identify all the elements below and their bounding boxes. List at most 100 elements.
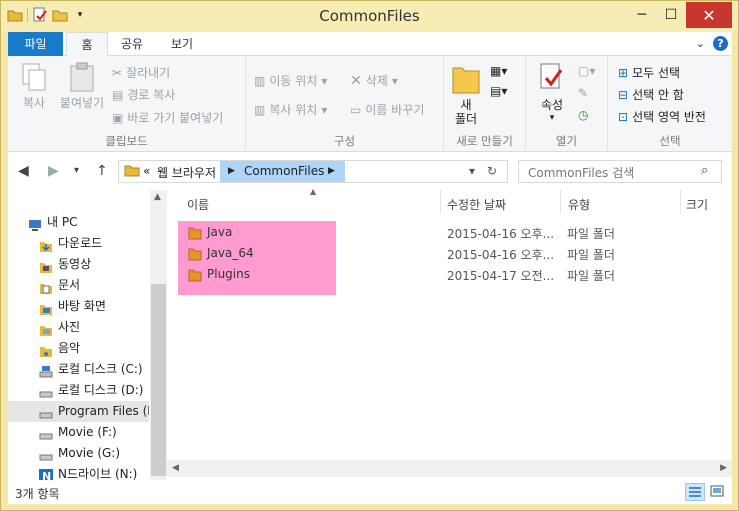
edit-button[interactable]: ✎ xyxy=(578,86,588,100)
help-icon[interactable]: ? xyxy=(713,36,728,51)
paste-shortcut-button[interactable]: ▣ 바로 가기 붙여넣기 xyxy=(112,109,223,126)
nav-item-downloads[interactable]: 다운로드 xyxy=(8,233,149,254)
title-bar[interactable]: ▾ CommonFiles ─ ☐ ✕ xyxy=(1,1,738,32)
new-item-button[interactable]: ▦▾ xyxy=(490,64,507,78)
nav-item-pictures[interactable]: 사진 xyxy=(8,317,149,338)
refresh-button[interactable]: ↻ xyxy=(487,164,497,178)
nav-item-pc[interactable]: 내 PC xyxy=(8,212,149,233)
history-button[interactable]: ◷ xyxy=(578,108,588,122)
file-row[interactable]: Java 2015-04-16 오후... 파일 폴더 xyxy=(178,222,738,243)
breadcrumb-parent[interactable]: 웹 브라우저 xyxy=(157,164,216,181)
new-folder-icon[interactable] xyxy=(52,7,68,23)
file-row[interactable]: Java_64 2015-04-16 오후... 파일 폴더 xyxy=(178,243,738,264)
select-all-label: 모두 선택 xyxy=(632,66,681,80)
invert-selection-button[interactable]: ⊡ 선택 영역 반전 xyxy=(618,108,706,125)
cut-button[interactable]: ✂ 잘라내기 xyxy=(112,64,170,81)
column-divider[interactable] xyxy=(560,190,561,214)
nav-item-drive-d[interactable]: 로컬 디스크 (D:) xyxy=(8,380,149,401)
select-all-button[interactable]: ⊞ 모두 선택 xyxy=(618,64,680,81)
move-to-icon: ▥ xyxy=(254,73,266,88)
delete-button[interactable]: ✕ 삭제 ▾ xyxy=(350,72,398,89)
copy-path-label: 경로 복사 xyxy=(127,88,176,102)
tab-view[interactable]: 보기 xyxy=(160,32,204,56)
new-folder-button[interactable]: 새 폴더 xyxy=(450,62,482,126)
file-list: ▲ 이름 수정한 날짜 유형 크기 Java 2015-04-16 오후... … xyxy=(167,187,732,480)
copy-to-icon: ▥ xyxy=(254,102,266,117)
breadcrumb-current[interactable]: ▶ CommonFiles ▶ xyxy=(220,161,345,182)
nav-item-label: 사진 xyxy=(58,320,81,334)
tab-home[interactable]: 홈 xyxy=(66,32,108,57)
paste-button[interactable]: 붙여넣기 xyxy=(56,62,108,111)
column-header-name[interactable]: 이름 xyxy=(187,196,209,213)
address-bar[interactable]: « 웹 브라우저 ▶ CommonFiles ▶ ▾ ↻ xyxy=(118,160,508,183)
select-none-icon: ⊟ xyxy=(618,87,629,102)
folder-icon[interactable] xyxy=(7,7,23,23)
tab-file[interactable]: 파일 xyxy=(8,32,63,56)
move-to-button[interactable]: ▥ 이동 위치 ▾ xyxy=(254,72,327,89)
properties-icon xyxy=(540,63,563,89)
nav-item-videos[interactable]: 동영상 xyxy=(8,254,149,275)
history-icon: ◷ xyxy=(578,108,589,122)
file-list-scrollbar[interactable]: ◀ ▶ xyxy=(167,460,732,477)
address-dropdown-button[interactable]: ▾ xyxy=(469,164,475,178)
scroll-right-icon[interactable]: ▶ xyxy=(720,463,727,473)
copy-path-button[interactable]: ▤ 경로 복사 xyxy=(112,86,175,103)
search-box[interactable]: CommonFiles 검색 ⌕ xyxy=(518,160,722,183)
column-header-date[interactable]: 수정한 날짜 xyxy=(447,196,506,213)
chevron-down-icon[interactable]: ▾ xyxy=(72,7,88,23)
open-button[interactable]: ▢▾ xyxy=(578,64,595,78)
chevron-down-icon: ▾ xyxy=(391,73,398,88)
nav-item-label: 바탕 화면 xyxy=(58,299,106,313)
nav-item-music[interactable]: 음악 xyxy=(8,338,149,359)
invert-selection-icon: ⊡ xyxy=(618,109,629,124)
easy-access-button[interactable]: ▤▾ xyxy=(490,84,507,98)
column-header-size[interactable]: 크기 xyxy=(686,196,708,213)
videos-icon xyxy=(39,259,53,273)
nav-item-drive-f[interactable]: Movie (F:) xyxy=(8,422,149,443)
nav-item-drive-g[interactable]: Movie (G:) xyxy=(8,443,149,464)
minimize-button[interactable]: ─ xyxy=(628,2,656,28)
column-header-type[interactable]: 유형 xyxy=(568,196,590,213)
nav-scrollbar[interactable]: ▲ xyxy=(150,190,167,480)
select-none-button[interactable]: ⊟ 선택 안 함 xyxy=(618,86,684,103)
select-group-label: 선택 xyxy=(659,134,681,148)
copy-to-button[interactable]: ▥ 복사 위치 ▾ xyxy=(254,101,327,118)
easy-access-icon: ▤▾ xyxy=(490,84,508,98)
properties-button[interactable]: 속성 ▾ xyxy=(532,62,572,123)
up-button[interactable]: ↑ xyxy=(96,163,108,179)
breadcrumb-current-label: CommonFiles xyxy=(244,164,325,178)
large-icons-view-button[interactable] xyxy=(708,483,728,501)
details-view-button[interactable] xyxy=(685,483,705,501)
main-area: 내 PC 다운로드 동영상 문서 바탕 화면 사진 음악 로컬 디스크 (C:)… xyxy=(8,187,732,480)
pictures-icon xyxy=(39,322,53,336)
column-divider[interactable] xyxy=(680,190,681,214)
copy-button[interactable]: 복사 xyxy=(14,62,54,111)
svg-text:N: N xyxy=(42,470,51,481)
close-button[interactable]: ✕ xyxy=(686,2,732,28)
recent-locations-button[interactable]: ▾ xyxy=(74,165,79,176)
properties-label: 속성 xyxy=(540,98,564,112)
address-overflow[interactable]: « xyxy=(143,164,150,178)
properties-icon[interactable] xyxy=(32,7,48,23)
back-button[interactable]: ◀ xyxy=(18,163,29,179)
chevron-down-icon: ▾ xyxy=(321,73,328,88)
tab-share[interactable]: 공유 xyxy=(112,32,152,56)
forward-button[interactable]: ▶ xyxy=(48,163,59,179)
file-type: 파일 폴더 xyxy=(567,269,615,283)
nav-item-drive-n[interactable]: N N드라이브 (N:) xyxy=(8,464,149,480)
chevron-down-icon: ▾ xyxy=(549,113,555,123)
scroll-left-icon[interactable]: ◀ xyxy=(172,463,179,473)
nav-item-documents[interactable]: 문서 xyxy=(8,275,149,296)
column-divider[interactable] xyxy=(440,190,441,214)
nav-item-drive-c[interactable]: 로컬 디스크 (C:) xyxy=(8,359,149,380)
scroll-up-icon[interactable]: ▲ xyxy=(154,192,161,202)
file-row[interactable]: Plugins 2015-04-17 오전... 파일 폴더 xyxy=(178,264,738,285)
maximize-button[interactable]: ☐ xyxy=(657,2,685,28)
rename-button[interactable]: ▭ 이름 바꾸기 xyxy=(350,101,424,118)
nav-scrollbar-thumb[interactable] xyxy=(151,284,166,476)
ribbon-collapse-icon[interactable]: ⌄ xyxy=(696,37,705,50)
nav-item-desktop[interactable]: 바탕 화면 xyxy=(8,296,149,317)
nav-item-drive-e[interactable]: Program Files (E:) xyxy=(8,401,149,422)
chevron-right-icon: ▶ xyxy=(228,166,235,176)
file-date: 2015-04-16 오후... xyxy=(447,248,555,262)
